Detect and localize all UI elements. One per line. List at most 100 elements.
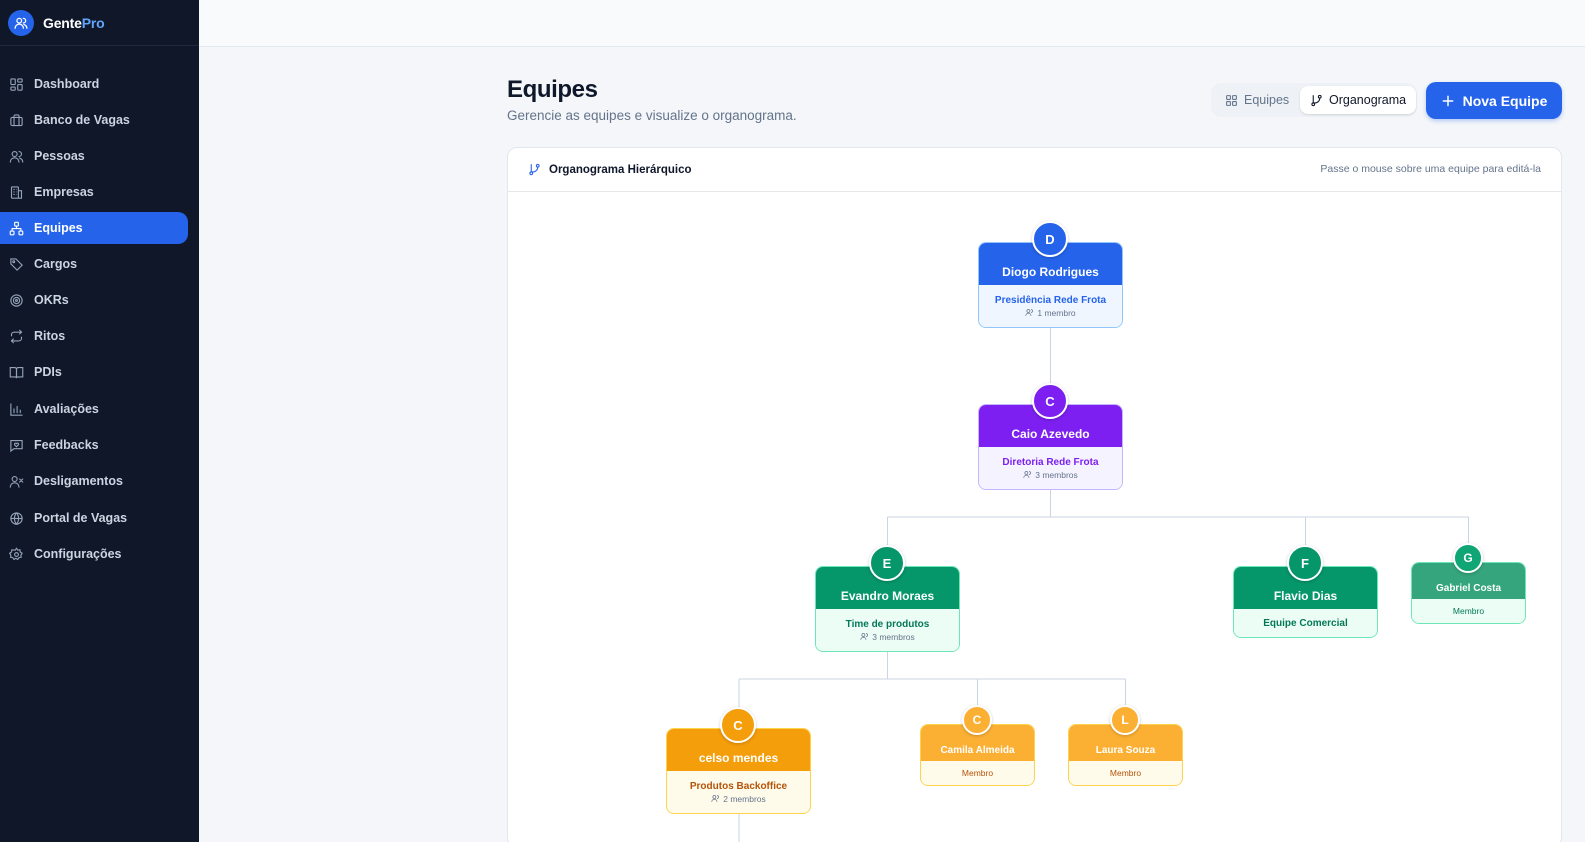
- sidebar-item-label: Banco de Vagas: [34, 113, 130, 127]
- node-body: Time de produtos 3 membros: [816, 609, 959, 651]
- sidebar-item-label: PDIs: [34, 365, 62, 379]
- card-hint: Passe o mouse sobre uma equipe para edit…: [1320, 163, 1541, 175]
- avatar: G: [1453, 543, 1483, 573]
- sidebar-item-pessoas[interactable]: Pessoas: [0, 140, 188, 172]
- sidebar-item-label: Cargos: [34, 257, 78, 271]
- avatar: C: [720, 707, 756, 743]
- sidebar-item-label: Avaliações: [34, 402, 99, 416]
- node-team: Produtos Backoffice: [689, 780, 788, 792]
- avatar: C: [962, 705, 992, 735]
- sidebar-item-portal-de-vagas[interactable]: Portal de Vagas: [0, 502, 188, 534]
- view-organograma-label: Organograma: [1329, 93, 1407, 107]
- users-icon: [1023, 470, 1032, 479]
- node-members: 3 membros: [1023, 470, 1078, 480]
- brand-name: GentePro: [43, 14, 105, 31]
- users-icon: [860, 632, 869, 641]
- globe-icon: [8, 510, 24, 526]
- sidebar-item-label: Empresas: [34, 185, 94, 199]
- tag-icon: [8, 256, 24, 272]
- node-body: Diretoria Rede Frota 3 membros: [979, 447, 1122, 489]
- gear-icon: [8, 546, 24, 562]
- sidebar-item-pdis[interactable]: PDIs: [0, 356, 188, 388]
- avatar: L: [1110, 705, 1140, 735]
- org-node-produtos-backoffice[interactable]: C celso mendes Produtos Backoffice 2 mem…: [666, 707, 811, 814]
- node-team: Diretoria Rede Frota: [1002, 456, 1099, 468]
- org-node-presidencia[interactable]: D Diogo Rodrigues Presidência Rede Frota…: [978, 221, 1123, 328]
- org-node-equipe-comercial[interactable]: F Flavio Dias Equipe Comercial: [1233, 545, 1378, 638]
- card-header: Organograma Hierárquico Passe o mouse so…: [508, 148, 1561, 192]
- node-members-count: 3 membros: [1035, 469, 1078, 480]
- briefcase-icon: [8, 112, 24, 128]
- building-icon: [8, 184, 24, 200]
- sidebar: GentePro Dashboard Banco de Vagas Pessoa…: [0, 0, 199, 842]
- bar-chart-icon: [8, 401, 24, 417]
- target-icon: [8, 292, 24, 308]
- node-members: 1 membro: [1025, 307, 1076, 318]
- sidebar-item-desligamentos[interactable]: Desligamentos: [0, 465, 188, 497]
- git-branch-icon: [1310, 94, 1323, 107]
- user-x-icon: [8, 473, 24, 489]
- book-icon: [8, 364, 24, 380]
- node-body: Produtos Backoffice 2 membros: [667, 771, 810, 813]
- node-team: Presidência Rede Frota: [994, 294, 1107, 306]
- node-members: 3 membros: [860, 632, 915, 642]
- node-role: Membro: [1069, 761, 1182, 785]
- sidebar-item-label: Feedbacks: [34, 438, 99, 452]
- sidebar-item-label: OKRs: [34, 293, 69, 307]
- node-body: Equipe Comercial: [1234, 609, 1377, 637]
- new-team-label: Nova Equipe: [1462, 92, 1548, 109]
- sidebar-item-avaliacoes[interactable]: Avaliações: [0, 393, 188, 425]
- node-members-count: 2 membros: [723, 793, 766, 804]
- sidebar-item-cargos[interactable]: Cargos: [0, 248, 188, 280]
- sidebar-item-label: Pessoas: [34, 149, 85, 163]
- org-node-camila-almeida[interactable]: C Camila Almeida Membro: [920, 705, 1035, 786]
- sidebar-item-ritos[interactable]: Ritos: [0, 320, 188, 352]
- org-node-diretoria[interactable]: C Caio Azevedo Diretoria Rede Frota 3 me…: [978, 383, 1123, 490]
- network-icon: [8, 220, 24, 236]
- sidebar-item-label: Ritos: [34, 329, 66, 343]
- sidebar-item-label: Portal de Vagas: [34, 511, 128, 525]
- git-branch-icon: [528, 163, 541, 176]
- sidebar-item-feedbacks[interactable]: Feedbacks: [0, 429, 188, 461]
- new-team-button[interactable]: Nova Equipe: [1426, 82, 1562, 119]
- node-role: Membro: [1412, 599, 1525, 623]
- org-node-gabriel-costa[interactable]: G Gabriel Costa Membro: [1411, 543, 1526, 624]
- sidebar-item-label: Equipes: [34, 221, 83, 235]
- sidebar-item-empresas[interactable]: Empresas: [0, 176, 188, 208]
- page-subtitle: Gerencie as equipes e visualize o organo…: [507, 108, 797, 123]
- plus-icon: [1441, 94, 1455, 108]
- brand[interactable]: GentePro: [0, 0, 199, 46]
- sidebar-item-equipes[interactable]: Equipes: [0, 212, 188, 244]
- sidebar-item-configuracoes[interactable]: Configurações: [0, 538, 188, 570]
- users-icon: [711, 794, 720, 803]
- card-title: Organograma Hierárquico: [549, 163, 692, 176]
- avatar: E: [869, 545, 905, 581]
- sidebar-item-dashboard[interactable]: Dashboard: [0, 68, 188, 100]
- repeat-icon: [8, 328, 24, 344]
- org-node-time-de-produtos[interactable]: E Evandro Moraes Time de produtos 3 memb…: [815, 545, 960, 652]
- view-equipes-button[interactable]: Equipes: [1215, 86, 1299, 114]
- grid-icon: [1225, 94, 1238, 107]
- users-icon: [1025, 308, 1034, 317]
- view-equipes-label: Equipes: [1244, 93, 1290, 107]
- view-organograma-button[interactable]: Organograma: [1300, 86, 1417, 114]
- node-members-count: 3 membros: [872, 631, 915, 642]
- node-team: Equipe Comercial: [1263, 617, 1348, 629]
- sidebar-item-label: Configurações: [34, 547, 122, 561]
- sidebar-item-label: Desligamentos: [34, 474, 123, 488]
- org-node-laura-souza[interactable]: L Laura Souza Membro: [1068, 705, 1183, 786]
- avatar: D: [1032, 221, 1068, 257]
- brand-logo-icon: [8, 9, 34, 36]
- avatar: F: [1287, 545, 1323, 581]
- sidebar-item-okrs[interactable]: OKRs: [0, 284, 188, 316]
- node-body: Presidência Rede Frota 1 membro: [979, 285, 1122, 327]
- node-members-count: 1 membro: [1037, 307, 1076, 318]
- sidebar-item-label: Dashboard: [34, 77, 100, 91]
- sidebar-item-banco-de-vagas[interactable]: Banco de Vagas: [0, 104, 188, 136]
- node-members: 2 membros: [711, 794, 766, 804]
- users-icon: [8, 148, 24, 164]
- node-role: Membro: [921, 761, 1034, 785]
- dashboard-icon: [8, 76, 24, 92]
- org-chart-card: Organograma Hierárquico Passe o mouse so…: [507, 147, 1562, 842]
- topbar: [199, 0, 1585, 47]
